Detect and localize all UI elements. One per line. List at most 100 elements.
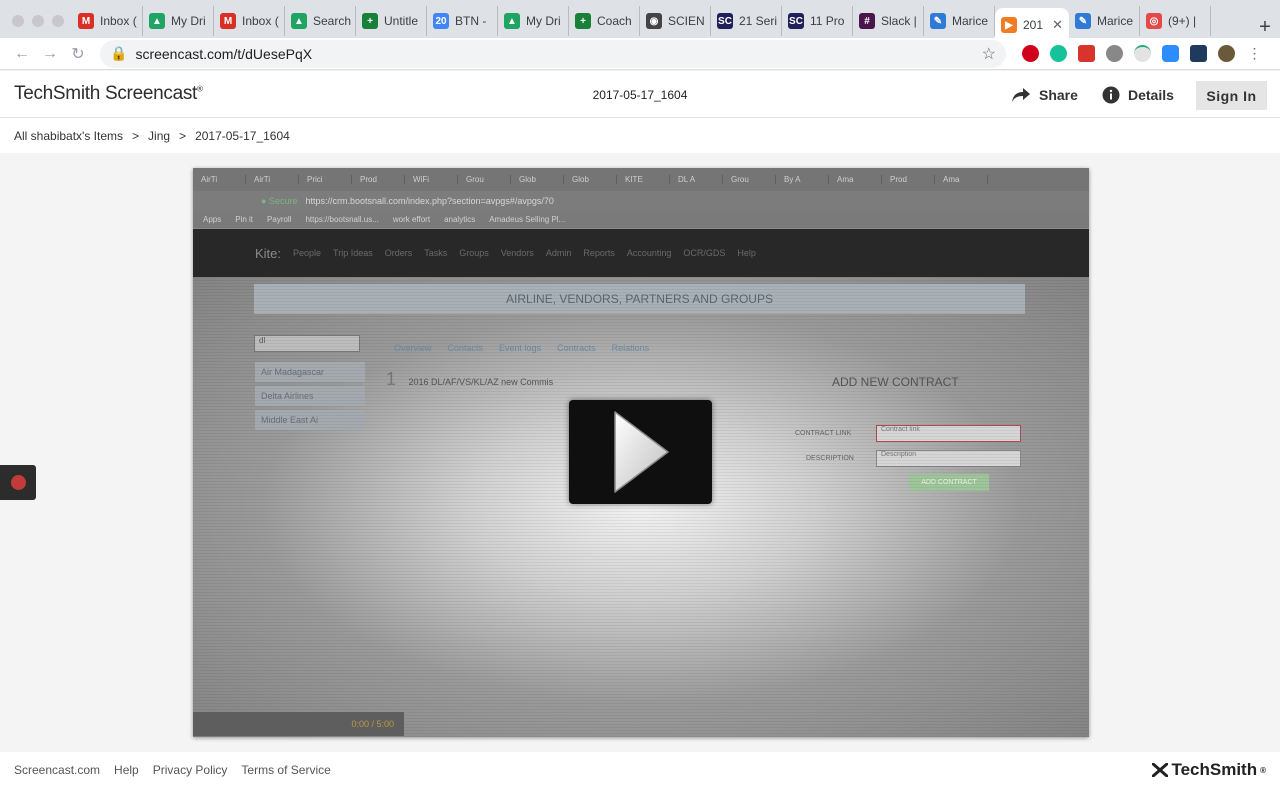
sheets-icon: + [362, 13, 378, 29]
video-app-nav: Kite: People Trip Ideas Orders Tasks Groups V… [193, 229, 1089, 277]
video-nav-item: OCR/GDS [683, 248, 726, 258]
techsmith-mark-icon [1152, 763, 1169, 777]
video-description-input: Description [876, 450, 1021, 467]
details-button[interactable]: Details [1102, 81, 1174, 109]
browser-tab[interactable]: # Slack | [853, 6, 924, 36]
video-inner-tab: KITE [617, 175, 670, 184]
video-inner-tab: Prici [299, 175, 352, 184]
breadcrumb-separator: > [132, 128, 140, 143]
close-window-button[interactable] [12, 15, 24, 27]
footer-link-privacy[interactable]: Privacy Policy [153, 763, 228, 777]
browser-tab-label: My Dri [171, 14, 206, 28]
techsmith-logo[interactable]: TechSmith ® [1152, 760, 1266, 780]
browser-tab[interactable]: ▲ My Dri [498, 6, 569, 36]
browser-tab[interactable]: ◉ SCIEN [640, 6, 711, 36]
lock-icon: 🔒 [110, 45, 128, 61]
video-controls[interactable]: 0:00 / 5:00 [193, 712, 404, 736]
profile-avatar[interactable] [1218, 45, 1235, 62]
calendar-extension-icon[interactable] [1078, 45, 1095, 62]
play-button[interactable] [569, 400, 712, 504]
browser-tab[interactable]: ◎ (9+) | [1140, 6, 1211, 36]
minimize-window-button[interactable] [32, 15, 44, 27]
reload-button[interactable]: ↻ [64, 40, 92, 68]
video-bookmark: https://bootsnall.us... [305, 215, 379, 224]
browser-tab[interactable]: SC 11 Pro [782, 6, 853, 36]
video-time: 0:00 / 5:00 [351, 719, 394, 729]
menu-icon[interactable]: ⋮ [1246, 45, 1263, 62]
browser-tab-label: 11 Pro [810, 14, 845, 28]
video-nav-item: Trip Ideas [333, 248, 373, 258]
opera-extension-icon[interactable] [1022, 45, 1039, 62]
video-inner-tab: Prod [882, 175, 935, 184]
footer-link-help[interactable]: Help [114, 763, 139, 777]
video-inner-tab: Glob [511, 175, 564, 184]
site-header: TechSmith Screencast® 2017-05-17_1604 Sh… [0, 71, 1280, 118]
bookmark-star-icon[interactable]: ☆ [982, 44, 996, 64]
browser-tab-label: Untitle [384, 14, 419, 28]
video-nav-item: Orders [384, 248, 413, 258]
drive-icon: ▲ [291, 13, 307, 29]
video-inner-tab: AirTi [246, 175, 299, 184]
video-kite-brand: Kite: [255, 245, 282, 261]
shield-extension-icon[interactable] [1106, 45, 1123, 62]
browser-tab[interactable]: M Inbox ( [72, 6, 143, 36]
window-controls [0, 0, 72, 42]
video-search-input: dl [254, 335, 360, 352]
video-bookmark: work effort [392, 215, 431, 224]
browser-tab-label: SCIEN [668, 14, 705, 28]
browser-tab[interactable]: ▲ Search [285, 6, 356, 36]
video-list-item: Middle East Ai [255, 410, 365, 430]
gmail-icon: M [220, 13, 236, 29]
footer-link-terms[interactable]: Terms of Service [241, 763, 330, 777]
browser-tab-label: (9+) | [1168, 14, 1197, 28]
lattice-icon: ◎ [1146, 13, 1162, 29]
address-bar[interactable]: 🔒 screencast.com/t/dUesePqX ☆ [100, 39, 1006, 68]
video-contract-item: 1 2016 DL/AF/VS/KL/AZ new Commis [386, 369, 553, 390]
video-list-item: Air Madagascar [255, 362, 365, 382]
sign-in-button[interactable]: Sign In [1196, 81, 1267, 110]
share-button[interactable]: Share [1011, 81, 1078, 109]
screencast-icon: ▶ [1001, 17, 1017, 33]
browser-tab[interactable]: 20 BTN - [427, 6, 498, 36]
video-browser-tabs: AirTi AirTi Prici Prod WiFi Grou Glob Glob KITE D… [193, 168, 1089, 191]
atlassian-extension-icon[interactable] [1190, 45, 1207, 62]
breadcrumb-item-jing[interactable]: Jing [148, 129, 170, 143]
grammarly-extension-icon[interactable] [1050, 45, 1067, 62]
breadcrumb-item-all-items[interactable]: All shabibatx's Items [14, 129, 123, 143]
play-icon [613, 411, 669, 493]
pen-icon: ✎ [1075, 13, 1091, 29]
drive-icon: ▲ [504, 13, 520, 29]
arc-extension-icon[interactable] [1134, 45, 1151, 62]
video-inner-tab: WiFi [405, 175, 458, 184]
info-icon [1102, 86, 1120, 104]
video-nav-item: Help [737, 248, 756, 258]
video-nav-item: Tasks [424, 248, 448, 258]
browser-tab[interactable]: M Inbox ( [214, 6, 285, 36]
browser-tab[interactable]: ▶ 201 ✕ [995, 8, 1069, 42]
zoom-extension-icon[interactable] [1162, 45, 1179, 62]
browser-tab-label: 21 Seri [739, 14, 778, 28]
browser-tab[interactable]: ▲ My Dri [143, 6, 214, 36]
video-bookmark: Payroll [267, 215, 292, 224]
maximize-window-button[interactable] [52, 15, 64, 27]
browser-tab[interactable]: ✎ Marice [1069, 6, 1140, 36]
browser-tab-label: Slack | [881, 14, 917, 28]
video-contract-link-label: CONTRACT LINK [795, 430, 852, 437]
video-nav-item: People [293, 248, 322, 258]
video-bookmark: Amadeus Selling Pl... [489, 215, 566, 224]
calendar-icon: 20 [433, 13, 449, 29]
browser-tab[interactable]: + Untitle [356, 6, 427, 36]
record-widget[interactable] [0, 465, 36, 500]
browser-tab[interactable]: ✎ Marice [924, 6, 995, 36]
video-detail-tab: Contacts [447, 343, 484, 353]
browser-tab[interactable]: + Coach [569, 6, 640, 36]
video-inner-tab: DL A [670, 175, 723, 184]
footer-link-screencast[interactable]: Screencast.com [14, 763, 100, 777]
browser-tab[interactable]: SC 21 Seri [711, 6, 782, 36]
browser-tab-label: Marice [1097, 14, 1134, 28]
close-tab-icon[interactable]: ✕ [1052, 17, 1063, 33]
forward-button[interactable]: → [36, 40, 64, 68]
video-frame-body: AIRLINE, VENDORS, PARTNERS AND GROUPS dl… [193, 277, 1089, 737]
video-inner-tab: By A [776, 175, 829, 184]
back-button[interactable]: ← [8, 40, 36, 68]
